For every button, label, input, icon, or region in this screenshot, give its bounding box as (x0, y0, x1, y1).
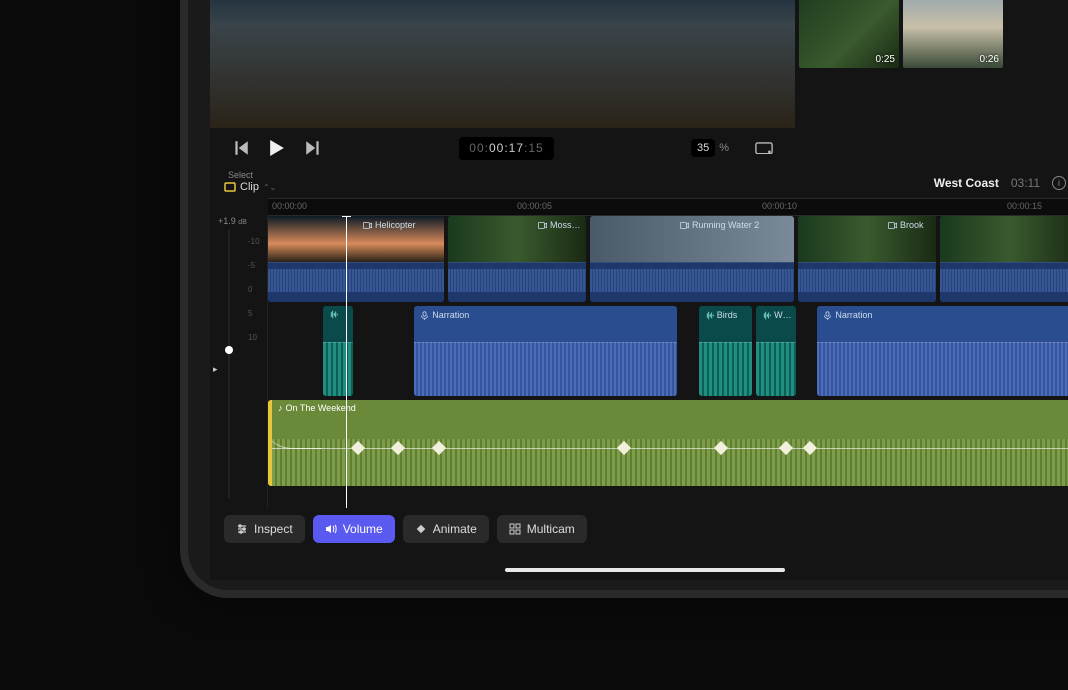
video-clip[interactable]: Moss… (448, 216, 586, 302)
camera-icon (363, 221, 372, 230)
sliders-icon (236, 523, 248, 535)
project-header: Select Clip ⌃⌄ West Coast 03:11 i (210, 168, 1068, 198)
media-thumb[interactable]: 0:26 (903, 0, 1003, 68)
viewer-canvas[interactable] (210, 0, 795, 128)
mic-icon (823, 311, 832, 320)
clip-duration: 0:26 (980, 54, 999, 65)
audio-meter: +1.9 dB ▸ -10-50510 (210, 216, 268, 508)
camera-icon (538, 221, 547, 230)
bottom-toolbar: Inspect Volume Animate Multicam (210, 508, 1068, 550)
inspect-button[interactable]: Inspect (224, 515, 305, 543)
info-button[interactable]: i (1052, 176, 1066, 190)
video-clip[interactable]: Helicopter (268, 216, 444, 302)
music-note-icon: ♪ (278, 403, 283, 413)
video-clip[interactable]: Brook (798, 216, 936, 302)
audio-clip[interactable]: Narration (414, 306, 677, 396)
camera-icon (888, 221, 897, 230)
timeline-tracks[interactable]: HelicopterMoss…Running Water 2Brook Narr… (268, 216, 1068, 508)
next-frame-button[interactable] (304, 139, 322, 157)
volume-button[interactable]: Volume (313, 515, 395, 543)
ruler-tick: 00:00:10 (762, 201, 797, 211)
project-title: West Coast (934, 176, 999, 190)
play-button[interactable] (268, 139, 286, 157)
waveform-icon (705, 311, 714, 320)
prev-frame-button[interactable] (232, 139, 250, 157)
ruler-tick: 00:00:15 (1007, 201, 1042, 211)
waveform-icon (329, 310, 338, 319)
ruler-tick: 00:00:00 (272, 201, 307, 211)
video-clip[interactable] (940, 216, 1068, 302)
audio-clip[interactable]: Birds (699, 306, 752, 396)
multicam-button[interactable]: Multicam (497, 515, 587, 543)
media-browser: 0:240:070:250:26 (795, 0, 1068, 168)
timecode-display[interactable]: 00:00:17:15 (459, 137, 553, 160)
video-clip[interactable]: Running Water 2 (590, 216, 794, 302)
home-indicator[interactable] (505, 568, 785, 572)
view-options-button[interactable] (755, 139, 773, 157)
waveform-icon (762, 311, 771, 320)
speaker-icon (325, 523, 337, 535)
music-clip[interactable]: ♪On The Weekend (268, 400, 1068, 486)
zoom-control[interactable]: 35 % (691, 139, 729, 157)
audio-clip[interactable]: Narration (817, 306, 1068, 396)
viewer-toolbar: 00:00:17:15 35 % (210, 128, 795, 168)
playhead[interactable] (346, 216, 347, 508)
media-thumb[interactable]: 0:25 (799, 0, 899, 68)
camera-icon (680, 221, 689, 230)
audio-clip[interactable]: W… (756, 306, 796, 396)
animate-button[interactable]: Animate (403, 515, 489, 543)
grid-icon (509, 523, 521, 535)
timeline-ruler[interactable]: 00:00:00 00:00:05 00:00:10 00:00:15 (268, 198, 1068, 216)
clip-duration: 0:25 (876, 54, 895, 65)
ruler-tick: 00:00:05 (517, 201, 552, 211)
select-label: Select (228, 170, 253, 180)
audio-clip[interactable] (323, 306, 353, 396)
keyframe-icon (415, 523, 427, 535)
select-mode-clip[interactable]: Clip ⌃⌄ (224, 181, 276, 193)
mic-icon (420, 311, 429, 320)
clip-icon (224, 181, 236, 193)
project-duration: 03:11 (1011, 176, 1040, 190)
